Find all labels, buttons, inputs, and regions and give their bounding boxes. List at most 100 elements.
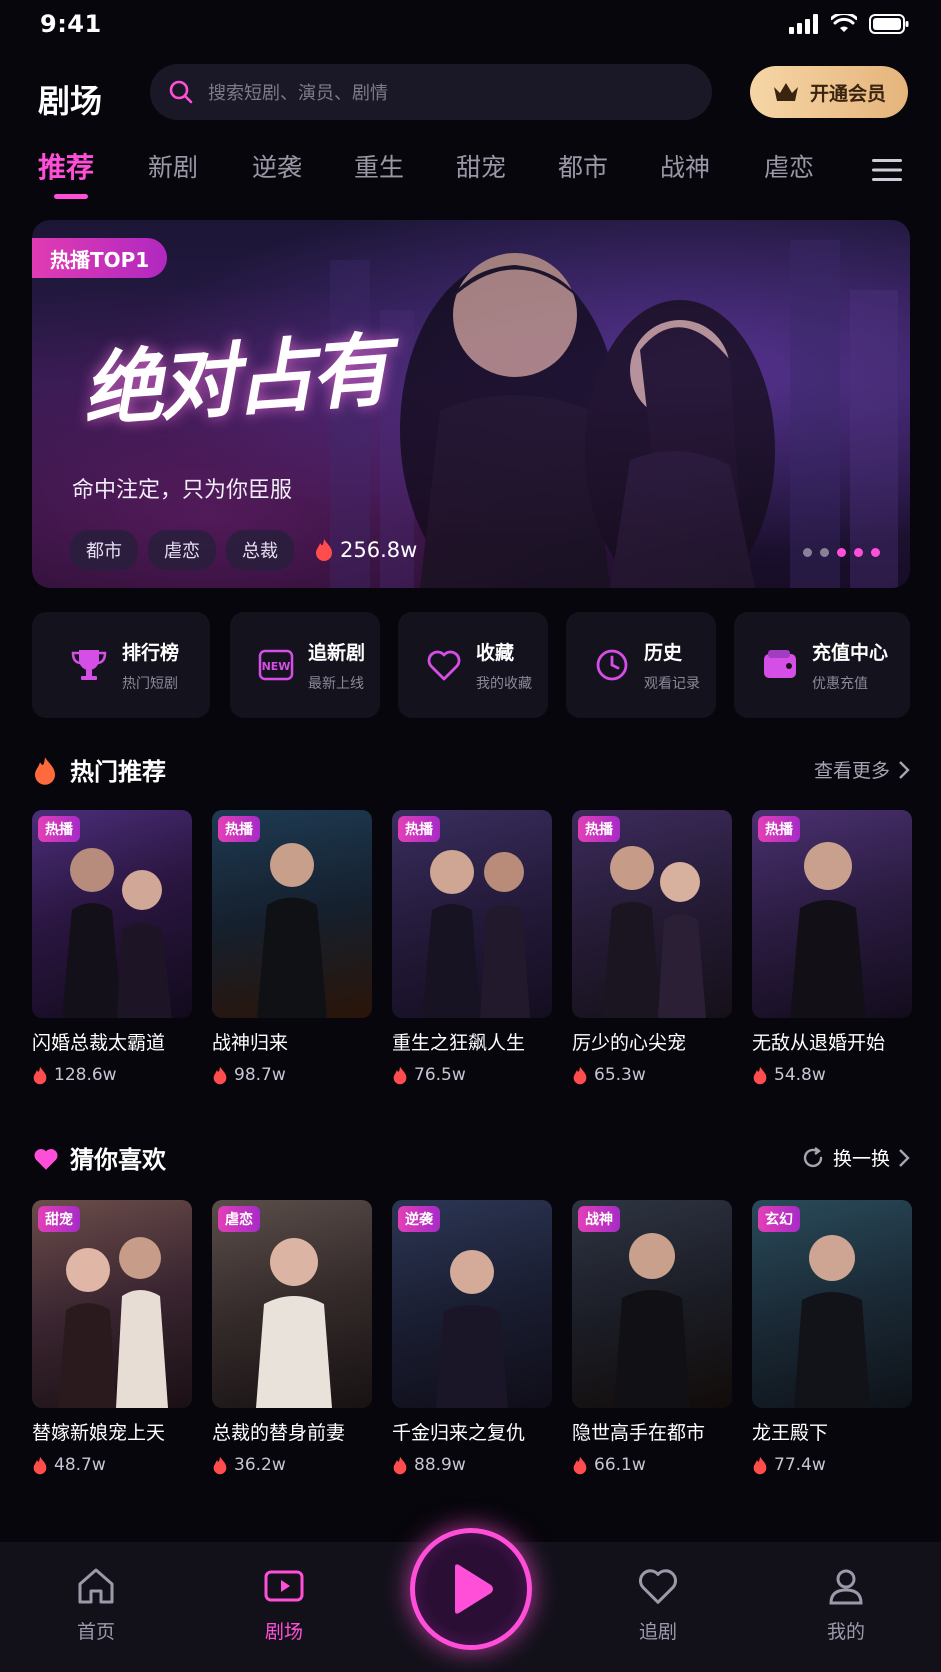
nav-home-label: 首页 (76, 1621, 115, 1643)
quick-entry-ranking[interactable]: 排行榜 热门短剧 (32, 612, 210, 718)
card-title: 闪婚总裁太霸道 (32, 1032, 166, 1054)
card-title: 龙王殿下 (752, 1422, 829, 1444)
hot-card[interactable]: 热播 厉少的心尖宠 65.3w (572, 810, 732, 1085)
card-title: 战神归来 (212, 1032, 289, 1054)
fire-icon (213, 1456, 227, 1474)
poster-image: 逆袭 (392, 1200, 552, 1408)
card-title: 厉少的心尖宠 (572, 1032, 687, 1054)
pagination-dot[interactable] (803, 548, 812, 557)
card-heat-value: 48.7w (54, 1455, 106, 1475)
fire-icon (573, 1066, 587, 1084)
guess-card[interactable]: 虐恋 总裁的替身前妻 36.2w (212, 1200, 372, 1475)
heart-icon (427, 650, 461, 681)
quick-entries: 排行榜 热门短剧 NEW 追新剧 最新上线 收藏我的收藏 历史观看记录 充值中心优惠… (32, 612, 910, 718)
card-tag: 热播 (578, 816, 620, 842)
status-time: 9:41 (40, 10, 102, 38)
nav-theater[interactable]: 剧场 (234, 1566, 334, 1644)
home-icon (78, 1568, 114, 1604)
quick-entry-title: 收藏 (476, 641, 515, 664)
category-tabs: 推荐 新剧 逆袭 重生 甜宠 都市 战神 虐恋 (0, 148, 941, 204)
play-button[interactable] (410, 1528, 532, 1650)
tab-war-god[interactable]: 战神 (660, 148, 710, 184)
see-more-button[interactable]: 查看更多 (814, 756, 910, 783)
poster-image: 热播 (752, 810, 912, 1018)
tab-recommend[interactable]: 推荐 (38, 146, 94, 186)
quick-entry-new[interactable]: NEW 追新剧 最新上线 (230, 612, 380, 718)
tab-urban[interactable]: 都市 (558, 148, 608, 184)
search-input[interactable]: 搜索短剧、演员、剧情 (150, 64, 712, 120)
refresh-label: 换一换 (832, 1148, 890, 1170)
nav-follow[interactable]: 追剧 (608, 1566, 708, 1644)
guess-card[interactable]: 战神 隐世高手在都市 66.1w (572, 1200, 732, 1475)
poster-image: 虐恋 (212, 1200, 372, 1408)
quick-entry-subtitle: 优惠充值 (812, 675, 868, 692)
fire-icon (393, 1456, 407, 1474)
quick-entry-recharge[interactable]: 充值中心 优惠充值 (734, 612, 910, 718)
card-heat: 66.1w (572, 1455, 732, 1475)
new-icon: NEW (258, 649, 294, 681)
fire-icon (33, 1456, 47, 1474)
hot-card[interactable]: 热播 闪婚总裁太霸道 128.6w (32, 810, 192, 1085)
card-title: 替嫁新娘宠上天 (32, 1422, 166, 1444)
fire-icon (213, 1066, 227, 1084)
fire-icon (753, 1066, 767, 1084)
poster-image: 热播 (572, 810, 732, 1018)
menu-icon[interactable] (872, 158, 902, 182)
card-title: 隐世高手在都市 (572, 1422, 706, 1444)
user-icon (829, 1569, 863, 1605)
card-title: 无敌从退婚开始 (752, 1032, 886, 1054)
poster-image: 热播 (392, 810, 552, 1018)
card-tag: 热播 (398, 816, 440, 842)
tab-angst[interactable]: 虐恋 (764, 148, 814, 184)
pagination-dot[interactable] (820, 548, 829, 557)
chevron-right-icon (899, 1148, 910, 1167)
banner-tag[interactable]: 虐恋 (148, 530, 216, 570)
vip-button[interactable]: 开通会员 (750, 66, 908, 118)
pagination-dot[interactable] (871, 548, 880, 557)
quick-entry-history[interactable]: 历史 观看记录 (566, 612, 716, 718)
quick-entry-title: 历史 (644, 641, 683, 664)
fire-icon (33, 1066, 47, 1084)
active-tab-indicator (54, 194, 88, 199)
refresh-button[interactable]: 换一换 (801, 1144, 910, 1171)
hot-card[interactable]: 热播 无敌从退婚开始 54.8w (752, 810, 912, 1085)
tab-new[interactable]: 新剧 (148, 148, 198, 184)
signal-icon (789, 14, 818, 34)
quick-entry-subtitle: 观看记录 (644, 675, 700, 692)
nav-mine[interactable]: 我的 (796, 1566, 896, 1644)
search-placeholder: 搜索短剧、演员、剧情 (208, 83, 388, 104)
pagination-dot[interactable] (854, 548, 863, 557)
fire-icon (573, 1456, 587, 1474)
refresh-icon (803, 1146, 823, 1167)
banner-tag[interactable]: 总裁 (226, 530, 294, 570)
card-tag: 热播 (758, 816, 800, 842)
guess-card[interactable]: 逆袭 千金归来之复仇 88.9w (392, 1200, 552, 1475)
guess-card[interactable]: 甜宠 替嫁新娘宠上天 48.7w (32, 1200, 192, 1475)
quick-entry-favorites[interactable]: 收藏 我的收藏 (398, 612, 548, 718)
tab-sweet[interactable]: 甜宠 (456, 148, 506, 184)
pagination-dot-active[interactable] (837, 548, 846, 557)
card-heat: 88.9w (392, 1455, 552, 1475)
card-tag: 甜宠 (38, 1206, 80, 1232)
hot-card[interactable]: 热播 战神归来 98.7w (212, 810, 372, 1085)
featured-banner[interactable]: 热播TOP1 绝对占有 命中注定，只为你臣服 都市 虐恋 总裁 256.8w (32, 220, 910, 588)
banner-heat: 256.8w (314, 538, 417, 562)
quick-entry-title: 充值中心 (812, 641, 889, 664)
fire-icon (753, 1456, 767, 1474)
banner-tag[interactable]: 都市 (70, 530, 138, 570)
hot-card[interactable]: 热播 重生之狂飙人生 76.5w (392, 810, 552, 1085)
guess-card[interactable]: 玄幻 龙王殿下 77.4w (752, 1200, 912, 1475)
tab-rebirth[interactable]: 重生 (354, 148, 404, 184)
hot-section-header: 热门推荐 查看更多 (32, 752, 910, 792)
card-heat-value: 36.2w (234, 1455, 286, 1475)
nav-home[interactable]: 首页 (46, 1566, 146, 1644)
card-title: 总裁的替身前妻 (212, 1422, 346, 1444)
nav-follow-label: 追剧 (638, 1621, 677, 1643)
banner-badge: 热播TOP1 (32, 238, 168, 278)
heart-icon (34, 1149, 58, 1170)
card-heat: 98.7w (212, 1065, 372, 1085)
play-icon (455, 1564, 493, 1614)
tab-comeback[interactable]: 逆袭 (252, 148, 302, 184)
banner-subtitle: 命中注定，只为你臣服 (72, 478, 293, 503)
quick-entry-subtitle: 我的收藏 (476, 675, 532, 692)
